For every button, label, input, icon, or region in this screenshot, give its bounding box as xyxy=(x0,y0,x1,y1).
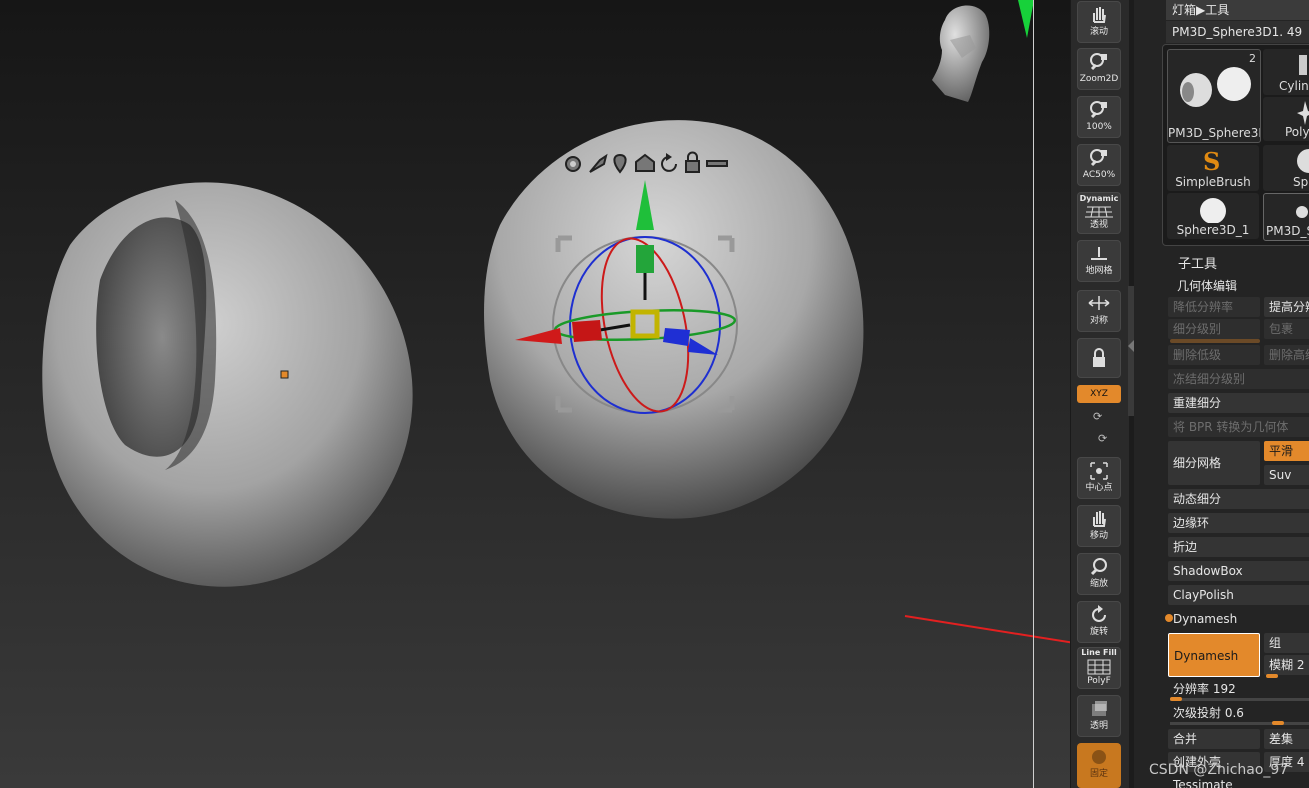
slider-icon xyxy=(706,160,728,167)
blur-slider-knob xyxy=(1266,674,1278,678)
subprojection-knob[interactable] xyxy=(1272,721,1284,725)
navigation-head-icon[interactable] xyxy=(932,5,990,103)
center-point-button[interactable]: 中心点 xyxy=(1077,457,1121,499)
groups-toggle[interactable]: 组 xyxy=(1264,633,1309,653)
cylinder-icon xyxy=(1299,55,1307,75)
bpr-to-geo-button[interactable]: 将 BPR 转换为几何体 xyxy=(1168,417,1309,437)
dynamic-subdiv-section[interactable]: 动态细分 xyxy=(1168,489,1309,509)
del-lower-button[interactable]: 删除低级 xyxy=(1168,345,1260,365)
right-sphere-object[interactable] xyxy=(484,120,864,519)
subtool-section[interactable]: 子工具 xyxy=(1178,253,1217,272)
add-button[interactable]: 合并 xyxy=(1168,729,1260,749)
rotate-button[interactable]: 旋转 xyxy=(1077,601,1121,643)
transparency-icon xyxy=(1077,698,1121,720)
scroll-button[interactable]: 滚动 xyxy=(1077,1,1121,43)
subtract-button[interactable]: 差集 xyxy=(1264,729,1309,749)
left-mesh-object[interactable] xyxy=(42,182,413,587)
pack-button[interactable]: 包裹 xyxy=(1264,319,1309,339)
right-shelf-toolbar: 滚动 Zoom2D 100% AC50% Dynamic 透视 地网格 对称 X… xyxy=(1070,0,1129,788)
grid-icon xyxy=(1077,659,1121,675)
divide-button[interactable]: 细分网格 xyxy=(1168,441,1260,485)
tool-thumb-pm3d-s[interactable]: PM3D_S xyxy=(1263,193,1309,241)
xyz-button[interactable]: XYZ xyxy=(1077,385,1121,403)
blur-slider[interactable]: 模糊 2 xyxy=(1264,655,1309,675)
resolution-knob[interactable] xyxy=(1170,697,1182,701)
current-tool-name[interactable]: PM3D_Sphere3D1. 49 xyxy=(1166,21,1309,43)
floor-icon xyxy=(1077,243,1121,265)
rotate-z-icon[interactable]: ⟳ xyxy=(1098,432,1107,445)
rotate-icon xyxy=(1077,604,1121,626)
suv-toggle[interactable]: Suv xyxy=(1264,465,1309,485)
higher-res-button[interactable]: 提高分辨 xyxy=(1264,297,1309,317)
geometry-section-title[interactable]: 几何体编辑 xyxy=(1177,277,1237,294)
tool-thumb-cylinder[interactable]: Cylin xyxy=(1263,49,1309,95)
magnifier-icon xyxy=(1077,556,1121,578)
sdiv-slider[interactable]: 细分级别 xyxy=(1168,319,1260,339)
smooth-toggle[interactable]: 平滑 xyxy=(1264,441,1309,461)
ac50-button[interactable]: AC50% xyxy=(1077,144,1121,186)
tool-thumb-simplebrush[interactable]: S SimpleBrush xyxy=(1167,145,1259,191)
resolution-slider[interactable]: 分辨率 192 xyxy=(1168,679,1309,699)
scale-button[interactable]: 缩放 xyxy=(1077,553,1121,595)
magnifier-icon xyxy=(1077,147,1121,169)
center-icon xyxy=(1077,460,1121,482)
simplebrush-icon: S xyxy=(1203,147,1221,176)
tool-thumb-sphere3d-1[interactable]: Sphere3D_1 xyxy=(1167,193,1259,239)
annotation-arrow xyxy=(904,615,1070,644)
subprojection-track xyxy=(1170,722,1309,725)
ghost-icon xyxy=(1077,746,1121,768)
zoom2d-button[interactable]: Zoom2D xyxy=(1077,48,1121,90)
edge-loop-section[interactable]: 边缘环 xyxy=(1168,513,1309,533)
ghost-button[interactable]: 固定 xyxy=(1077,743,1121,788)
viewport-divider-line xyxy=(1033,0,1034,788)
freeze-sdiv-button[interactable]: 冻结细分级别 xyxy=(1168,369,1309,389)
claypolish-section[interactable]: ClayPolish xyxy=(1168,585,1309,605)
grid-perspective-icon xyxy=(1077,205,1121,219)
symmetry-icon xyxy=(1077,293,1121,315)
move-button[interactable]: 移动 xyxy=(1077,505,1121,547)
tool-thumb-sphere[interactable]: Sphe xyxy=(1263,145,1309,191)
lock-icon xyxy=(1077,347,1121,369)
sdiv-slider-track xyxy=(1170,339,1260,343)
subtool-count-badge: 2 xyxy=(1249,52,1256,65)
scene-render xyxy=(42,0,1070,644)
star-icon xyxy=(1297,101,1309,125)
dynamesh-section[interactable]: Dynamesh xyxy=(1168,609,1309,629)
3d-viewport-canvas[interactable] xyxy=(0,0,1070,788)
symmetry-button[interactable]: 对称 xyxy=(1077,290,1121,332)
actual-size-button[interactable]: 100% xyxy=(1077,96,1121,138)
tool-thumbnails: 2 PM3D_Sphere3D Cylin PolyM S SimpleBrus… xyxy=(1162,44,1309,246)
rotate-y-icon[interactable]: ⟳ xyxy=(1093,410,1102,423)
perspective-button[interactable]: Dynamic 透视 xyxy=(1077,192,1121,234)
floor-grid-button[interactable]: 地网格 xyxy=(1077,240,1121,282)
shadowbox-section[interactable]: ShadowBox xyxy=(1168,561,1309,581)
view-axis-indicator xyxy=(1018,0,1034,38)
sphere-preview-icon xyxy=(1180,67,1251,107)
breadcrumb[interactable]: 灯箱▶工具 xyxy=(1166,0,1309,20)
crease-section[interactable]: 折边 xyxy=(1168,537,1309,557)
tool-thumb-pm3d-sphere[interactable]: 2 PM3D_Sphere3D xyxy=(1167,49,1261,143)
dynamesh-button[interactable]: Dynamesh xyxy=(1168,633,1260,677)
line-fill-button[interactable]: Line Fill PolyF xyxy=(1077,647,1121,689)
resolution-track xyxy=(1170,698,1309,701)
pivot-marker[interactable] xyxy=(280,370,289,379)
magnifier-icon xyxy=(1077,51,1121,73)
lower-res-button[interactable]: 降低分辨率 xyxy=(1168,297,1260,317)
local-lock-button[interactable] xyxy=(1077,338,1121,378)
sphere-icon xyxy=(1200,198,1226,224)
hand-icon xyxy=(1077,4,1121,26)
magnifier-icon xyxy=(1077,99,1121,121)
transparency-button[interactable]: 透明 xyxy=(1077,695,1121,737)
tool-thumb-polymesh[interactable]: PolyM xyxy=(1263,97,1309,141)
sphere-icon xyxy=(1296,206,1308,218)
reconstruct-subdiv-button[interactable]: 重建细分 xyxy=(1168,393,1309,413)
sphere-icon xyxy=(1297,149,1309,173)
hand-icon xyxy=(1077,508,1121,530)
gear-icon xyxy=(565,156,581,172)
subprojection-slider[interactable]: 次级投射 0.6 xyxy=(1168,703,1309,723)
tool-palette: 灯箱▶工具 PM3D_Sphere3D1. 49 2 PM3D_Sphere3D… xyxy=(1134,0,1309,788)
watermark-text: CSDN @Zhichao_97 xyxy=(1149,762,1289,778)
del-higher-button[interactable]: 删除高级 xyxy=(1264,345,1309,365)
